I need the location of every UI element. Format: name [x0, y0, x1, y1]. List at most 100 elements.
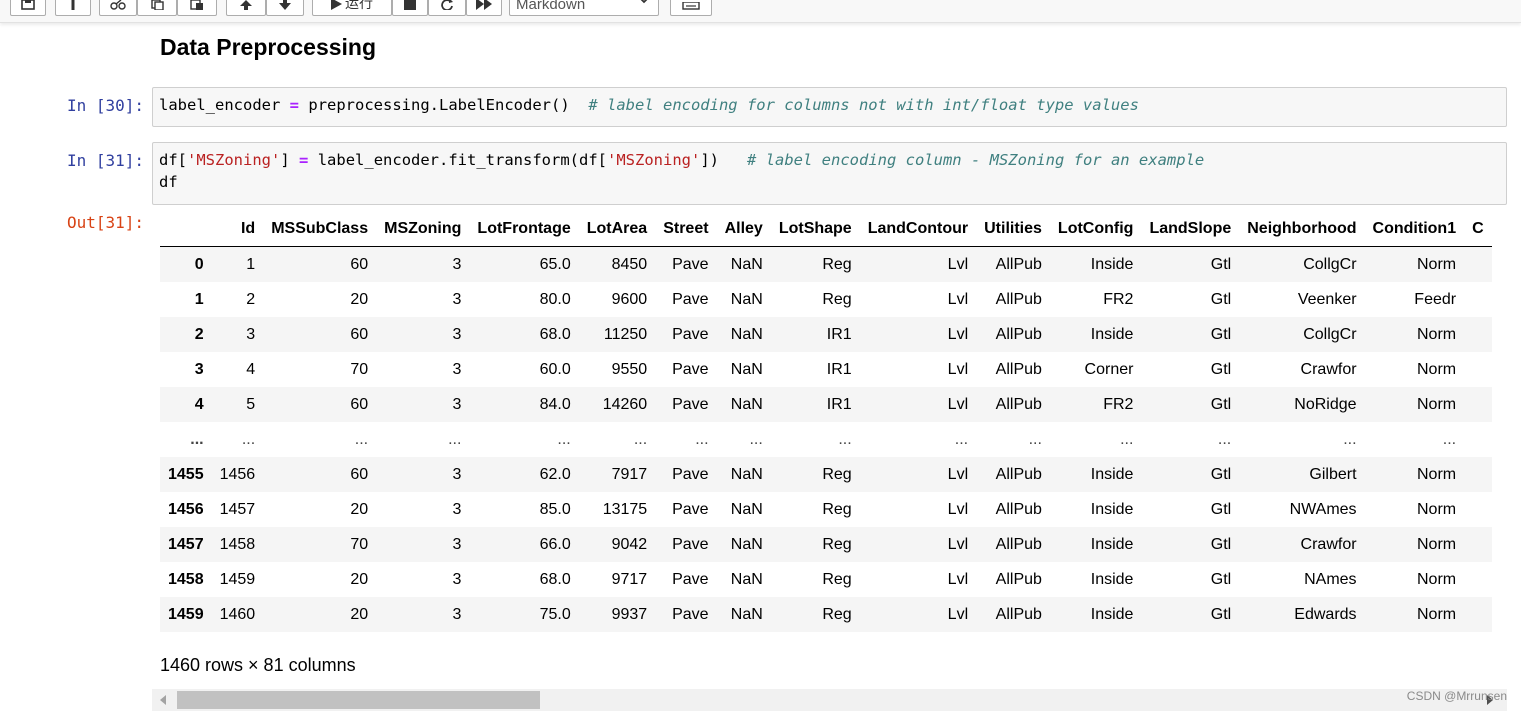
save-button[interactable] [10, 0, 46, 16]
table-cell: Feedr [1414, 290, 1457, 308]
table-cell: 70 [350, 535, 369, 553]
table-cell: 4 [246, 360, 256, 378]
move-up-button[interactable] [226, 0, 266, 16]
scrollbar-thumb[interactable] [177, 691, 540, 709]
table-cell: 9937 [611, 605, 648, 623]
table-cell [1464, 387, 1492, 422]
run-button[interactable]: 运行 [312, 0, 392, 16]
table-cell: 20 [350, 500, 369, 518]
index-header [160, 212, 212, 247]
table-cell: Inside [1090, 500, 1134, 518]
table-cell: NaN [730, 605, 763, 623]
table-cell: 13175 [602, 500, 648, 518]
table-cell: 84.0 [539, 395, 571, 413]
table-cell: Lvl [947, 290, 969, 308]
table-cell: Norm [1416, 255, 1457, 273]
table-cell: ... [1343, 430, 1357, 448]
row-index: 1459 [168, 605, 204, 623]
restart-button[interactable] [428, 0, 466, 16]
interrupt-button[interactable] [392, 0, 428, 16]
table-cell: ... [1028, 430, 1042, 448]
row-index: 3 [194, 360, 204, 378]
table-cell: Reg [822, 290, 852, 308]
horizontal-scrollbar[interactable] [152, 689, 1507, 711]
table-cell: 5 [246, 395, 256, 413]
table-cell: 70 [350, 360, 369, 378]
table-cell: Gtl [1210, 395, 1232, 413]
table-row: 1457 1458 70 3 66.0 9042 Pave NaN Reg Lvl AllPub In… [160, 527, 1492, 562]
table-row: 1458 1459 20 3 68.0 9717 Pave NaN Reg Lvl AllPub In… [160, 562, 1492, 597]
table-cell: Reg [822, 255, 852, 273]
table-cell: Gtl [1210, 535, 1232, 553]
table-cell: Lvl [947, 395, 969, 413]
table-cell: 75.0 [539, 605, 571, 623]
command-palette-button[interactable] [670, 0, 712, 16]
table-cell: ... [695, 430, 709, 448]
table-cell: Norm [1416, 325, 1457, 343]
cell-type-select[interactable]: Markdown [509, 0, 659, 16]
table-cell: Inside [1090, 535, 1134, 553]
table-cell: 3 [452, 360, 462, 378]
code-cell-input[interactable]: df['MSZoning'] = label_encoder.fit_trans… [152, 142, 1507, 205]
table-cell: Norm [1416, 570, 1457, 588]
code-cell-input[interactable]: label_encoder = preprocessing.LabelEncod… [152, 87, 1507, 127]
table-cell: 11250 [603, 325, 648, 343]
fast-forward-icon [476, 0, 492, 10]
table-cell: ... [448, 430, 462, 448]
dataframe-body: 0 1 60 3 65.0 8450 Pave NaN Reg Lvl AllPub Inside Gt… [160, 246, 1492, 632]
table-row: 1456 1457 20 3 85.0 13175 Pave NaN Reg Lvl AllPub I… [160, 492, 1492, 527]
table-cell: 9717 [611, 570, 648, 588]
input-prompt: In [30]: [66, 96, 144, 115]
code-token: label_encoder [159, 96, 281, 114]
table-cell: Veenker [1297, 290, 1357, 308]
table-cell: Gtl [1210, 465, 1232, 483]
paste-button[interactable] [177, 0, 217, 16]
table-cell: Pave [672, 360, 709, 378]
table-cell: 3 [452, 255, 462, 273]
table-cell: 3 [452, 290, 462, 308]
notebook-toolbar: 运行 Markdown [0, 0, 1521, 23]
chevron-down-icon [638, 0, 650, 9]
row-index: 0 [194, 255, 204, 273]
table-cell: Lvl [947, 360, 969, 378]
column-header: Utilities [976, 212, 1050, 247]
table-cell: 1459 [219, 570, 256, 588]
table-cell: Pave [672, 605, 709, 623]
add-cell-button[interactable] [55, 0, 91, 16]
cut-button[interactable] [99, 0, 137, 16]
ellipsis-row: ........................................… [160, 422, 1492, 457]
table-cell: Norm [1416, 500, 1457, 518]
table-cell: Gtl [1210, 500, 1232, 518]
column-header: LotConfig [1049, 212, 1142, 247]
table-cell: 3 [452, 395, 462, 413]
table-cell: Reg [822, 500, 852, 518]
table-row: 1455 1456 60 3 62.0 7917 Pave NaN Reg Lvl AllPub In… [160, 457, 1492, 492]
column-header: MSZoning [376, 212, 470, 247]
table-cell: ... [1217, 430, 1232, 448]
table-cell: Reg [822, 605, 852, 623]
copy-button[interactable] [137, 0, 177, 16]
table-cell: Norm [1416, 535, 1457, 553]
table-cell: Lvl [947, 465, 969, 483]
table-cell [1464, 352, 1492, 387]
table-cell: NaN [730, 570, 763, 588]
table-cell: Pave [672, 255, 709, 273]
table-cell: 62.0 [539, 465, 571, 483]
table-cell: Gtl [1210, 325, 1232, 343]
row-index: 4 [194, 395, 204, 413]
table-cell: 3 [246, 325, 256, 343]
table-cell: 3 [452, 605, 462, 623]
move-down-button[interactable] [266, 0, 304, 16]
scroll-left-icon[interactable] [160, 695, 166, 705]
table-cell [1464, 282, 1492, 317]
column-header: Id [211, 212, 264, 247]
table-cell: Lvl [947, 255, 969, 273]
restart-run-all-button[interactable] [466, 0, 502, 16]
table-cell: Pave [672, 535, 709, 553]
table-cell: 66.0 [539, 535, 571, 553]
table-cell: AllPub [995, 395, 1042, 413]
table-cell: 1458 [219, 535, 256, 553]
table-cell: 3 [452, 570, 462, 588]
table-cell: AllPub [995, 325, 1042, 343]
table-cell: Pave [672, 465, 709, 483]
